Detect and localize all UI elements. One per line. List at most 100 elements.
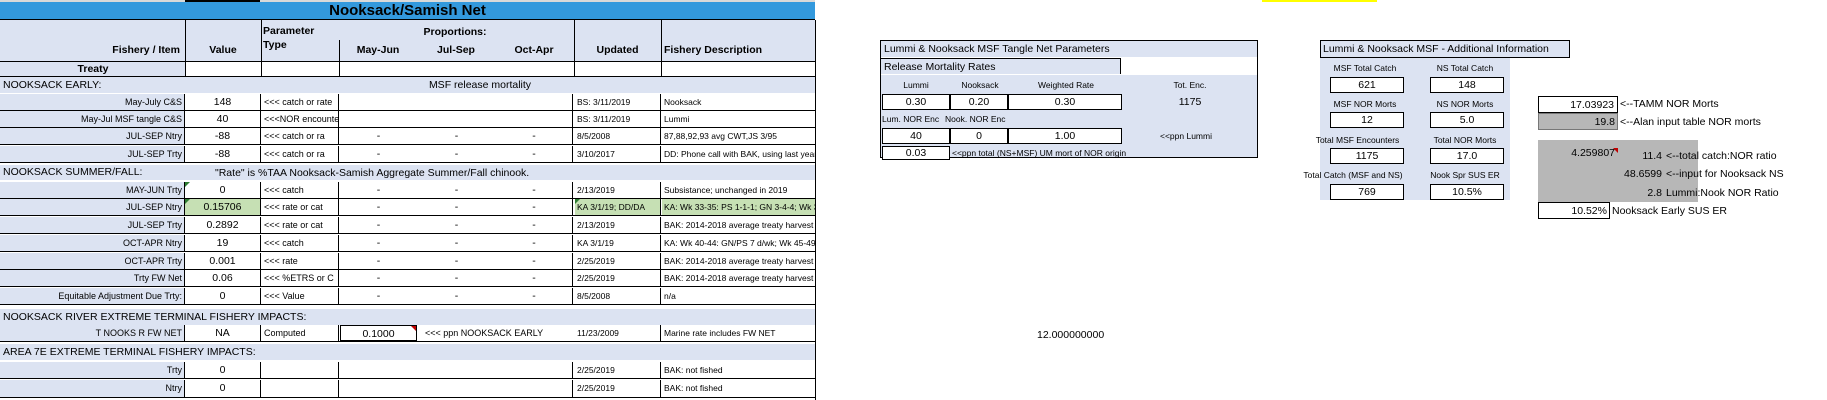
col-weighted-rate: Weighted Rate	[1037, 81, 1095, 90]
nooksack-rate-cell[interactable]: 0.20	[950, 94, 1008, 110]
alan-nor-morts-cell[interactable]: 19.8	[1538, 113, 1618, 130]
row-parameter-type: <<< %ETRS or C	[262, 270, 339, 286]
ns-total-catch-cell[interactable]: 148	[1430, 77, 1504, 93]
tamm-nor-morts-cell[interactable]: 17.03923	[1538, 96, 1618, 113]
nook-nor-enc-label: Nook. NOR Enc	[945, 115, 1006, 124]
row-value-cell[interactable]: NA	[185, 325, 261, 341]
row-value-cell[interactable]: 0.2892	[185, 217, 261, 233]
row-value-cell[interactable]: 0.001	[185, 253, 261, 269]
row-value-cell[interactable]: 0	[185, 380, 261, 397]
total-catch-label: Total Catch (MSF and NS)	[1303, 171, 1403, 180]
table-row: JUL-SEP Trty -88 <<< catch or ra - - -3/10/20…	[0, 146, 815, 163]
row-updated[interactable]: 2/13/2019	[575, 182, 661, 198]
row-description: Nooksack	[664, 97, 702, 107]
table-row: May-July C&S 148 <<< catch or rate BS: 3/11…	[0, 94, 815, 111]
row-updated[interactable]: 11/23/2009	[575, 325, 661, 341]
nook-spr-sus-er-label: Nook Spr SUS ER	[1430, 171, 1500, 180]
row-value-cell[interactable]: 0	[185, 182, 261, 198]
row-value-cell[interactable]: -88	[185, 146, 261, 162]
row-may-jun	[340, 380, 417, 397]
lummi-params-title: Lummi & Nooksack MSF Tangle Net Paramete…	[881, 41, 1257, 57]
row-updated[interactable]: KA 3/1/19	[575, 235, 661, 251]
additional-info-title: Lummi & Nooksack MSF - Additional Inform…	[1321, 41, 1569, 57]
row-parameter-type: <<<NOR encounters total (calculation her…	[262, 111, 339, 127]
input-nooksack-ns-value[interactable]: 48.6599	[1620, 169, 1662, 180]
table-row: OCT-APR Ntry 19 <<< catch - - - KA 3/1/19 KA: W…	[0, 235, 815, 252]
row-updated[interactable]: 2/25/2019	[575, 270, 661, 286]
row-ppn-value[interactable]: 0.1000	[340, 325, 417, 341]
nooksack-early-sus-er-cell[interactable]: 10.52%	[1538, 202, 1610, 219]
row-updated[interactable]: 8/5/2008	[575, 288, 661, 304]
row-updated[interactable]: 3/10/2017	[575, 146, 661, 162]
row-updated[interactable]: 2/25/2019	[575, 253, 661, 269]
row-parameter-type: <<< rate	[262, 253, 339, 269]
um-mort-cell[interactable]: 0.03	[882, 146, 950, 160]
row-description: Marine rate includes FW NET	[664, 328, 776, 338]
row-updated[interactable]: 2/13/2019	[575, 217, 661, 233]
row-description: n/a	[664, 291, 676, 301]
row-value-cell[interactable]: 0	[185, 362, 261, 378]
row-value-cell[interactable]: 19	[185, 235, 261, 251]
row-parameter-type: <<< catch	[262, 235, 339, 251]
msf-nor-morts-label: MSF NOR Morts	[1333, 100, 1397, 109]
col-tot-enc: Tot. Enc.	[1173, 81, 1207, 90]
lummi-nook-ratio-value[interactable]: 2.8	[1620, 188, 1662, 199]
row-label: T NOOKS R FW NET	[0, 325, 185, 341]
row-description: Subsistance; unchanged in 2019	[664, 185, 788, 195]
ppn-lummi-cell[interactable]: 1.00	[1008, 128, 1122, 144]
lum-nor-enc-cell[interactable]: 40	[882, 128, 950, 144]
tamm-nor-morts-label: <--TAMM NOR Morts	[1620, 99, 1719, 110]
row-description: 87,88,92,93 avg CWT,JS 3/95	[664, 131, 777, 141]
header-may-jun: May-Jun	[356, 45, 400, 56]
row-value-cell[interactable]: 40	[185, 111, 261, 127]
nook-nor-enc-cell[interactable]: 0	[950, 128, 1008, 144]
total-catch-ratio-value[interactable]: 4.259807	[1538, 148, 1618, 162]
lummi-rate-cell[interactable]: 0.30	[882, 94, 950, 110]
ns-nor-morts-cell[interactable]: 5.0	[1430, 112, 1504, 128]
table-row: Ntry 0 2/25/2019 BAK: not fished	[0, 380, 815, 398]
row-jul-sep	[418, 111, 495, 127]
row-description: KA: Wk 40-44: GN/PS 7 d/wk; Wk 45-49: GN…	[664, 238, 815, 248]
total-catch-cell[interactable]: 769	[1330, 184, 1404, 200]
total-msf-enc-label: Total MSF Encounters	[1315, 136, 1400, 145]
total-nor-morts-cell[interactable]: 17.0	[1430, 148, 1504, 164]
floating-value[interactable]: 12.000000000	[1037, 330, 1147, 341]
row-may-jun: -	[376, 290, 381, 302]
weighted-rate-cell[interactable]: 0.30	[1008, 94, 1122, 110]
header-fishery-item: Fishery / Item	[112, 45, 180, 56]
row-oct-apr	[496, 94, 573, 110]
um-mort-label: <<ppn total (NS+MSF) UM mort of NOR orig…	[952, 149, 1127, 158]
msf-nor-morts-cell[interactable]: 12	[1330, 112, 1404, 128]
row-description: BAK: 2014-2018 average treaty harvest in…	[664, 220, 815, 230]
row-description: DD: Phone call with BAK, using last year…	[664, 149, 815, 159]
nook-spr-sus-er-cell[interactable]: 10.5%	[1430, 184, 1504, 200]
row-value-cell[interactable]: 0	[185, 288, 261, 304]
row-updated[interactable]: BS: 3/11/2019	[575, 94, 661, 110]
row-jul-sep: -	[454, 237, 459, 249]
row-value-cell[interactable]: 0.15706	[185, 199, 261, 215]
row-value-cell[interactable]: 148	[185, 94, 261, 110]
row-description: BAK: 2014-2018 average treaty harvest in…	[664, 256, 815, 266]
row-label: Ntry	[0, 380, 185, 397]
row-may-jun: -	[376, 237, 381, 249]
row-oct-apr: -	[496, 182, 573, 198]
row-value-cell[interactable]: -88	[185, 128, 261, 144]
row-jul-sep	[418, 94, 495, 110]
total-catch-ratio-value-2[interactable]: 11.4	[1620, 151, 1662, 162]
row-oct-apr	[496, 362, 573, 378]
row-oct-apr: -	[496, 199, 573, 215]
row-may-jun: -	[376, 201, 381, 213]
row-updated[interactable]: KA 3/1/19; DD/DA	[575, 199, 661, 215]
row-oct-apr: -	[496, 270, 573, 286]
row-updated[interactable]: 8/5/2008	[575, 128, 661, 144]
row-updated[interactable]: 2/25/2019	[575, 362, 661, 378]
row-value-cell[interactable]: 0.06	[185, 270, 261, 286]
total-msf-enc-cell[interactable]: 1175	[1330, 148, 1404, 164]
sheet-title: Nooksack/Samish Net	[0, 2, 815, 20]
msf-total-catch-cell[interactable]: 621	[1330, 77, 1404, 93]
table-row: Trty FW Net 0.06 <<< %ETRS or C - - -2/25/201…	[0, 270, 815, 287]
row-updated[interactable]: 2/25/2019	[575, 380, 661, 397]
row-parameter-type: <<< catch or ra	[262, 146, 339, 162]
header-oct-apr: Oct-Apr	[514, 45, 554, 56]
row-updated[interactable]: BS: 3/11/2019	[575, 111, 661, 127]
